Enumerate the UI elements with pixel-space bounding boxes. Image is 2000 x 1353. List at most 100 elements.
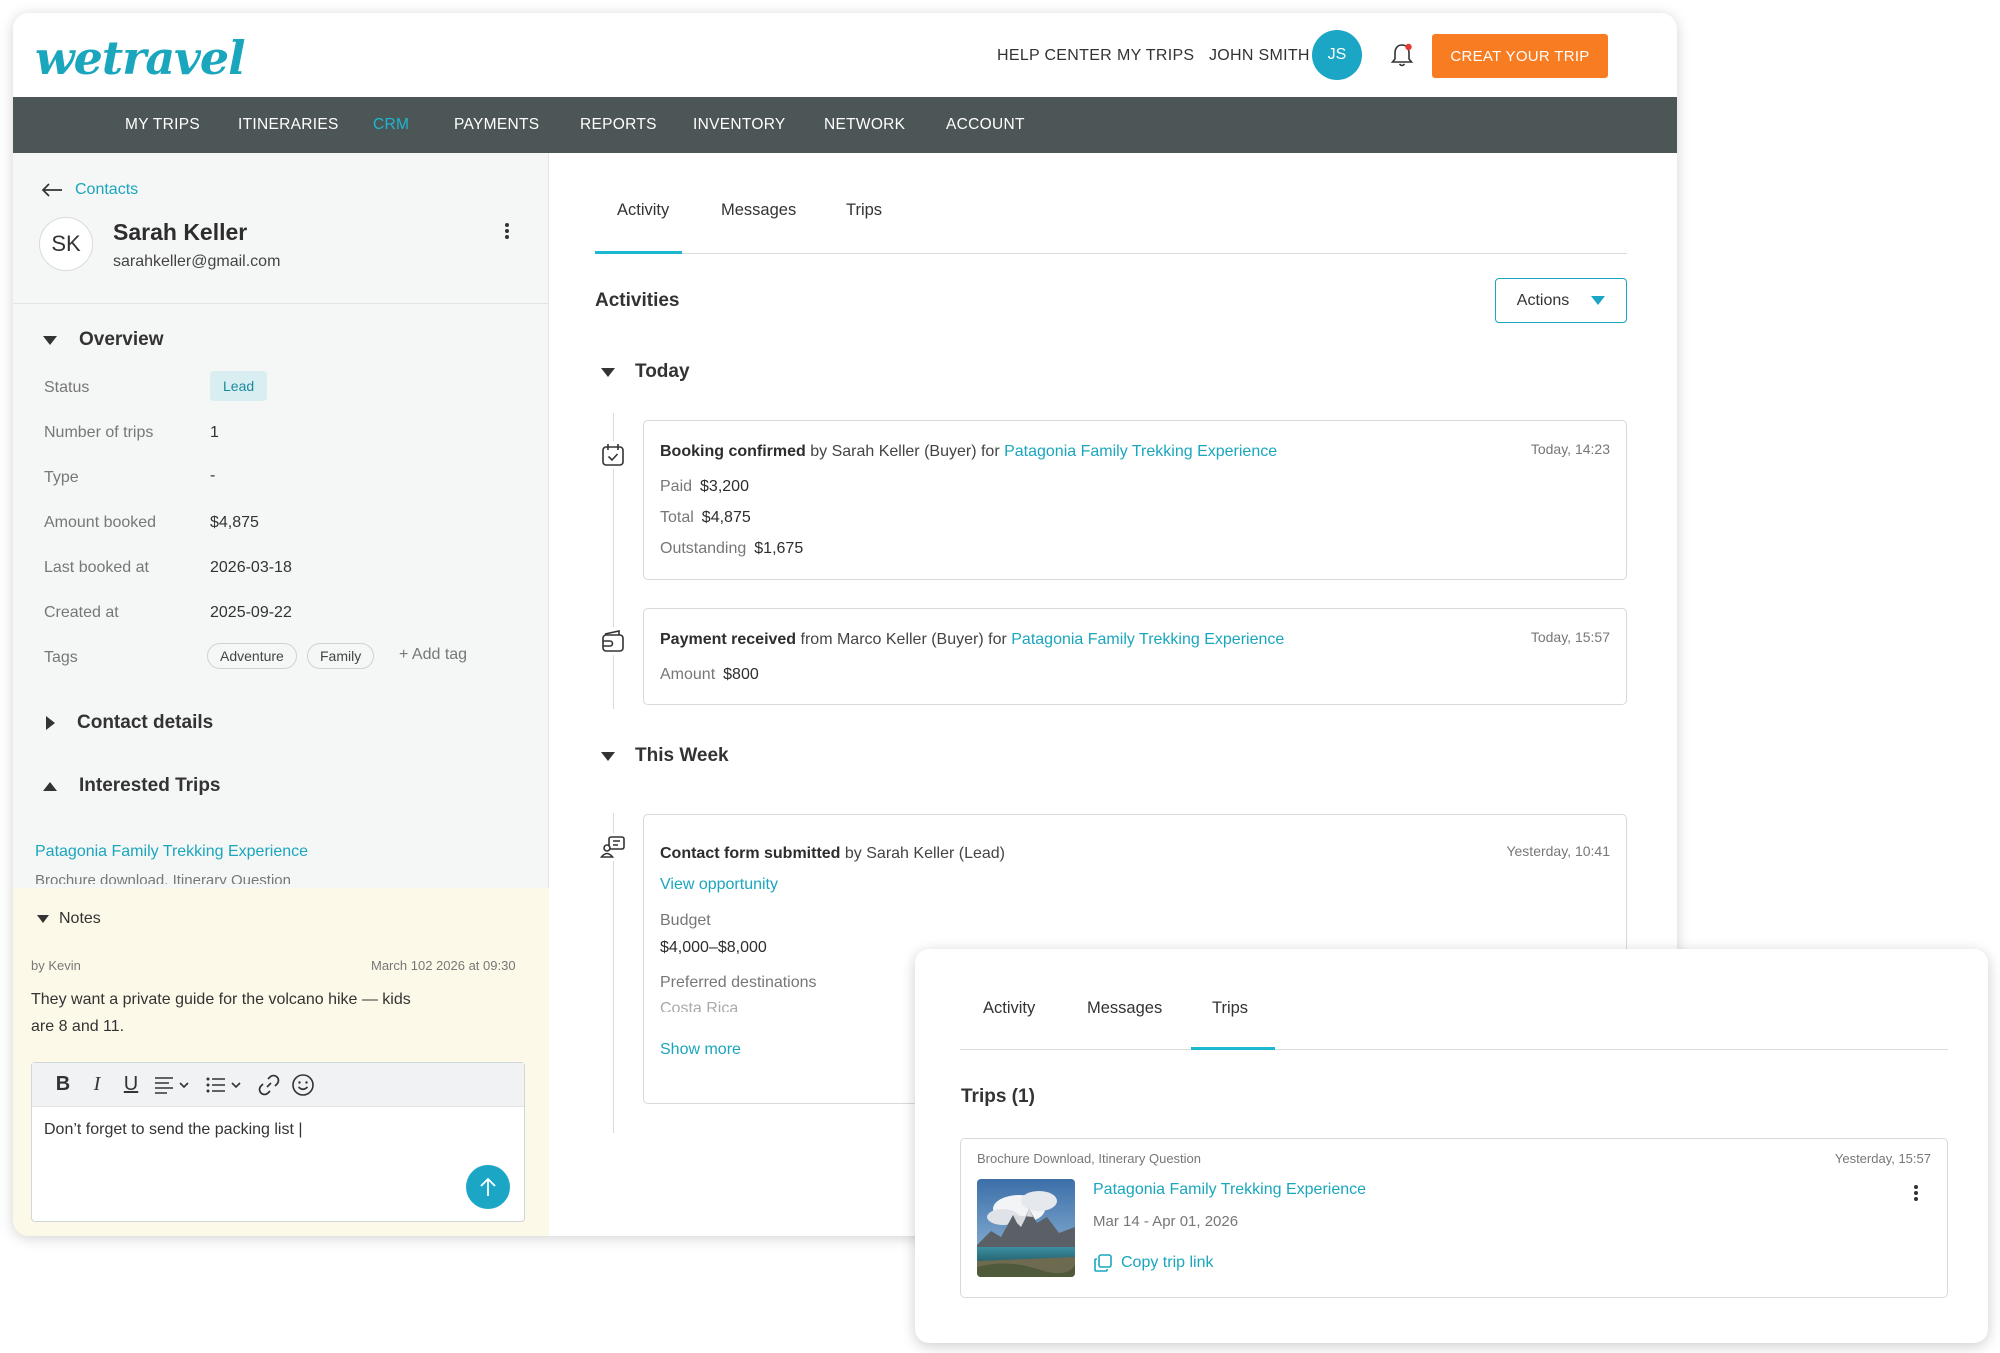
caret-down-icon [601, 751, 615, 761]
add-tag-button[interactable]: + Add tag [399, 646, 467, 664]
nav-reports[interactable]: REPORTS [580, 97, 657, 153]
send-note-button[interactable] [466, 1165, 510, 1209]
nav-network[interactable]: NETWORK [824, 97, 905, 153]
contact-details-title: Contact details [77, 712, 214, 733]
arrow-up-icon [480, 1177, 496, 1196]
actions-dropdown[interactable]: Actions [1495, 278, 1627, 323]
overview-toggle[interactable]: Overview [43, 329, 164, 351]
copy-trip-link-button[interactable]: Copy trip link [1093, 1253, 1213, 1273]
activity-summary: Booking confirmed by Sarah Keller (Buyer… [660, 443, 1277, 461]
emoji-icon[interactable] [286, 1070, 320, 1100]
bell-icon[interactable] [1387, 40, 1417, 70]
group-this-week-toggle[interactable]: This Week [601, 745, 729, 767]
wetravel-logo[interactable]: wetravel [35, 31, 246, 85]
my-trips-link[interactable]: MY TRIPS [1117, 47, 1194, 65]
contact-details-toggle[interactable]: Contact details [43, 712, 213, 734]
tab-trips[interactable]: Trips [846, 201, 882, 220]
interested-trip-link[interactable]: Patagonia Family Trekking Experience [35, 843, 308, 861]
paid-value: $3,200 [700, 478, 749, 495]
group-today-toggle[interactable]: Today [601, 361, 690, 383]
popup-tab-trips[interactable]: Trips [1212, 999, 1248, 1018]
back-link-label: Contacts [75, 181, 139, 198]
caret-up-icon [43, 781, 57, 791]
activity-actor: by Sarah Keller (Buyer) for [810, 443, 1000, 460]
tab-messages[interactable]: Messages [721, 201, 796, 220]
outstanding-row: Outstanding $1,675 [660, 540, 804, 557]
notes-panel: Notes by Kevin March 102 2026 at 09:30 T… [13, 888, 549, 1236]
notes-title: Notes [59, 910, 101, 927]
trip-menu-icon[interactable] [1911, 1183, 1921, 1205]
italic-icon[interactable]: I [80, 1070, 114, 1100]
underline-icon[interactable]: U [114, 1070, 148, 1100]
align-icon[interactable] [148, 1070, 200, 1100]
activity-card: Payment received from Marco Keller (Buye… [643, 608, 1627, 705]
back-to-contacts-link[interactable]: Contacts [41, 181, 138, 199]
timeline-line [613, 813, 614, 1133]
type-value: - [210, 467, 216, 484]
calendar-check-icon [599, 441, 627, 469]
list-icon[interactable] [200, 1070, 252, 1100]
activity-time: Today, 14:23 [1530, 441, 1610, 457]
tag-chip[interactable]: Adventure [207, 643, 297, 669]
wallet-icon [599, 627, 627, 655]
activity-trip-link[interactable]: Patagonia Family Trekking Experience [1004, 443, 1277, 460]
destinations-value: Costa Rica [660, 1000, 739, 1012]
user-avatar[interactable]: JS [1312, 30, 1362, 80]
contact-email: sarahkeller@gmail.com [113, 253, 281, 270]
activity-trip-link[interactable]: Patagonia Family Trekking Experience [1011, 631, 1284, 648]
note-text: They want a private guide for the volcan… [31, 991, 411, 1035]
budget-value: $4,000–$8,000 [660, 939, 767, 956]
trip-thumbnail [977, 1179, 1075, 1277]
show-more-link[interactable]: Show more [660, 1041, 741, 1059]
nav-itineraries[interactable]: ITINERARIES [238, 97, 339, 153]
editor-toolbar: B I U [32, 1063, 524, 1107]
popup-tab-messages[interactable]: Messages [1087, 999, 1162, 1018]
tag-chip[interactable]: Family [307, 643, 375, 669]
amount-booked-value: $4,875 [210, 514, 259, 531]
destinations-label: Preferred destinations [660, 974, 817, 991]
status-badge: Lead [210, 371, 268, 401]
link-icon[interactable] [252, 1070, 286, 1100]
trip-dates: Mar 14 - Apr 01, 2026 [1093, 1213, 1239, 1230]
activity-card: Booking confirmed by Sarah Keller (Buyer… [643, 420, 1627, 580]
form-icon [599, 833, 627, 861]
bold-icon[interactable]: B [46, 1070, 80, 1100]
notes-toggle[interactable]: Notes [37, 910, 101, 928]
nav-account[interactable]: ACCOUNT [946, 97, 1025, 153]
nav-payments[interactable]: PAYMENTS [454, 97, 539, 153]
main-nav: MY TRIPS ITINERARIES CRM PAYMENTS REPORT… [13, 97, 1677, 153]
activity-actor: by Sarah Keller (Lead) [844, 845, 1005, 862]
activity-summary: Payment received from Marco Keller (Buye… [660, 631, 1284, 649]
view-opportunity-link[interactable]: View opportunity [660, 876, 778, 894]
popup-tab-activity[interactable]: Activity [983, 999, 1035, 1018]
create-trip-button[interactable]: CREAT YOUR TRIP [1432, 34, 1608, 78]
tags-label: Tags [44, 649, 78, 666]
last-booked-label: Last booked at [44, 559, 149, 576]
active-tab-indicator [595, 251, 682, 254]
trip-card[interactable]: Brochure Download, Itinerary Question Ye… [960, 1138, 1948, 1298]
active-tab-indicator [1191, 1047, 1275, 1050]
actions-label: Actions [1516, 291, 1570, 309]
overview-title: Overview [79, 329, 164, 350]
contact-menu-icon[interactable] [497, 221, 517, 245]
help-center-link[interactable]: HELP CENTER [997, 47, 1112, 65]
nav-crm[interactable]: CRM [373, 97, 409, 153]
nav-inventory[interactable]: INVENTORY [693, 97, 786, 153]
amount-value: $800 [723, 666, 759, 683]
nav-my-trips[interactable]: MY TRIPS [125, 97, 200, 153]
trip-title-link[interactable]: Patagonia Family Trekking Experience [1093, 1181, 1366, 1199]
note-draft-input[interactable]: Don’t forget to send the packing list | [44, 1121, 303, 1139]
trips-popup: Activity Messages Trips Trips (1) Brochu… [915, 949, 1988, 1343]
tab-activity[interactable]: Activity [617, 201, 669, 220]
caret-down-icon [1591, 296, 1606, 305]
interested-trips-toggle[interactable]: Interested Trips [43, 775, 221, 797]
user-name-link[interactable]: JOHN SMITH [1209, 47, 1310, 65]
divider [13, 303, 549, 304]
note-editor[interactable]: B I U Don’t forget to send the packing l… [31, 1062, 525, 1222]
activity-actor: from Marco Keller (Buyer) for [800, 631, 1007, 648]
trips-count-label: Number of trips [44, 424, 154, 441]
total-value: $4,875 [701, 509, 751, 526]
activity-time: Yesterday, 10:41 [1506, 843, 1610, 859]
amount-row: Amount $800 [660, 666, 759, 683]
contact-avatar: SK [39, 217, 93, 271]
